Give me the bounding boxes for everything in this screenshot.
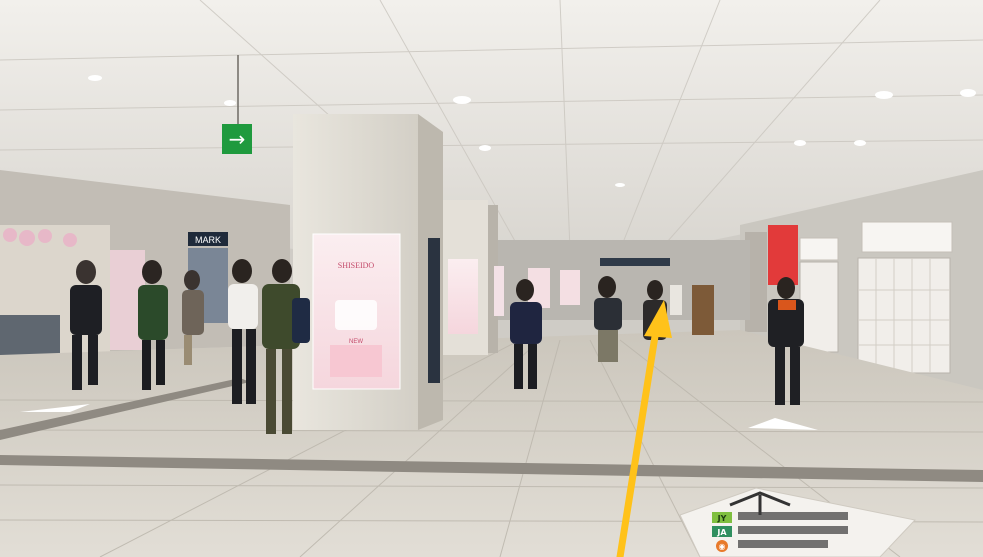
line-badge-jy: JY bbox=[717, 514, 727, 523]
red-sign-panel bbox=[768, 225, 798, 285]
person-far-1 bbox=[670, 285, 682, 315]
ad-new-text: NEW bbox=[349, 339, 363, 345]
second-pillar bbox=[443, 200, 504, 355]
coin-lockers bbox=[799, 221, 953, 374]
line-badge-ja: JA bbox=[716, 528, 727, 537]
exit-arrow-icon: → bbox=[229, 127, 246, 151]
luggage-cart bbox=[692, 285, 714, 335]
station-concourse-photo: MARK SHISEIDO NEW → JY JA ◉ bbox=[0, 0, 983, 557]
left-shop-sign-text: MARK bbox=[195, 235, 221, 245]
concourse-scene: MARK SHISEIDO NEW → JY JA ◉ bbox=[0, 0, 983, 557]
ad-brand-text: SHISEIDO bbox=[338, 261, 375, 270]
line-badge-metro: ◉ bbox=[719, 542, 726, 551]
advertising-pillar: SHISEIDO NEW bbox=[293, 114, 443, 430]
